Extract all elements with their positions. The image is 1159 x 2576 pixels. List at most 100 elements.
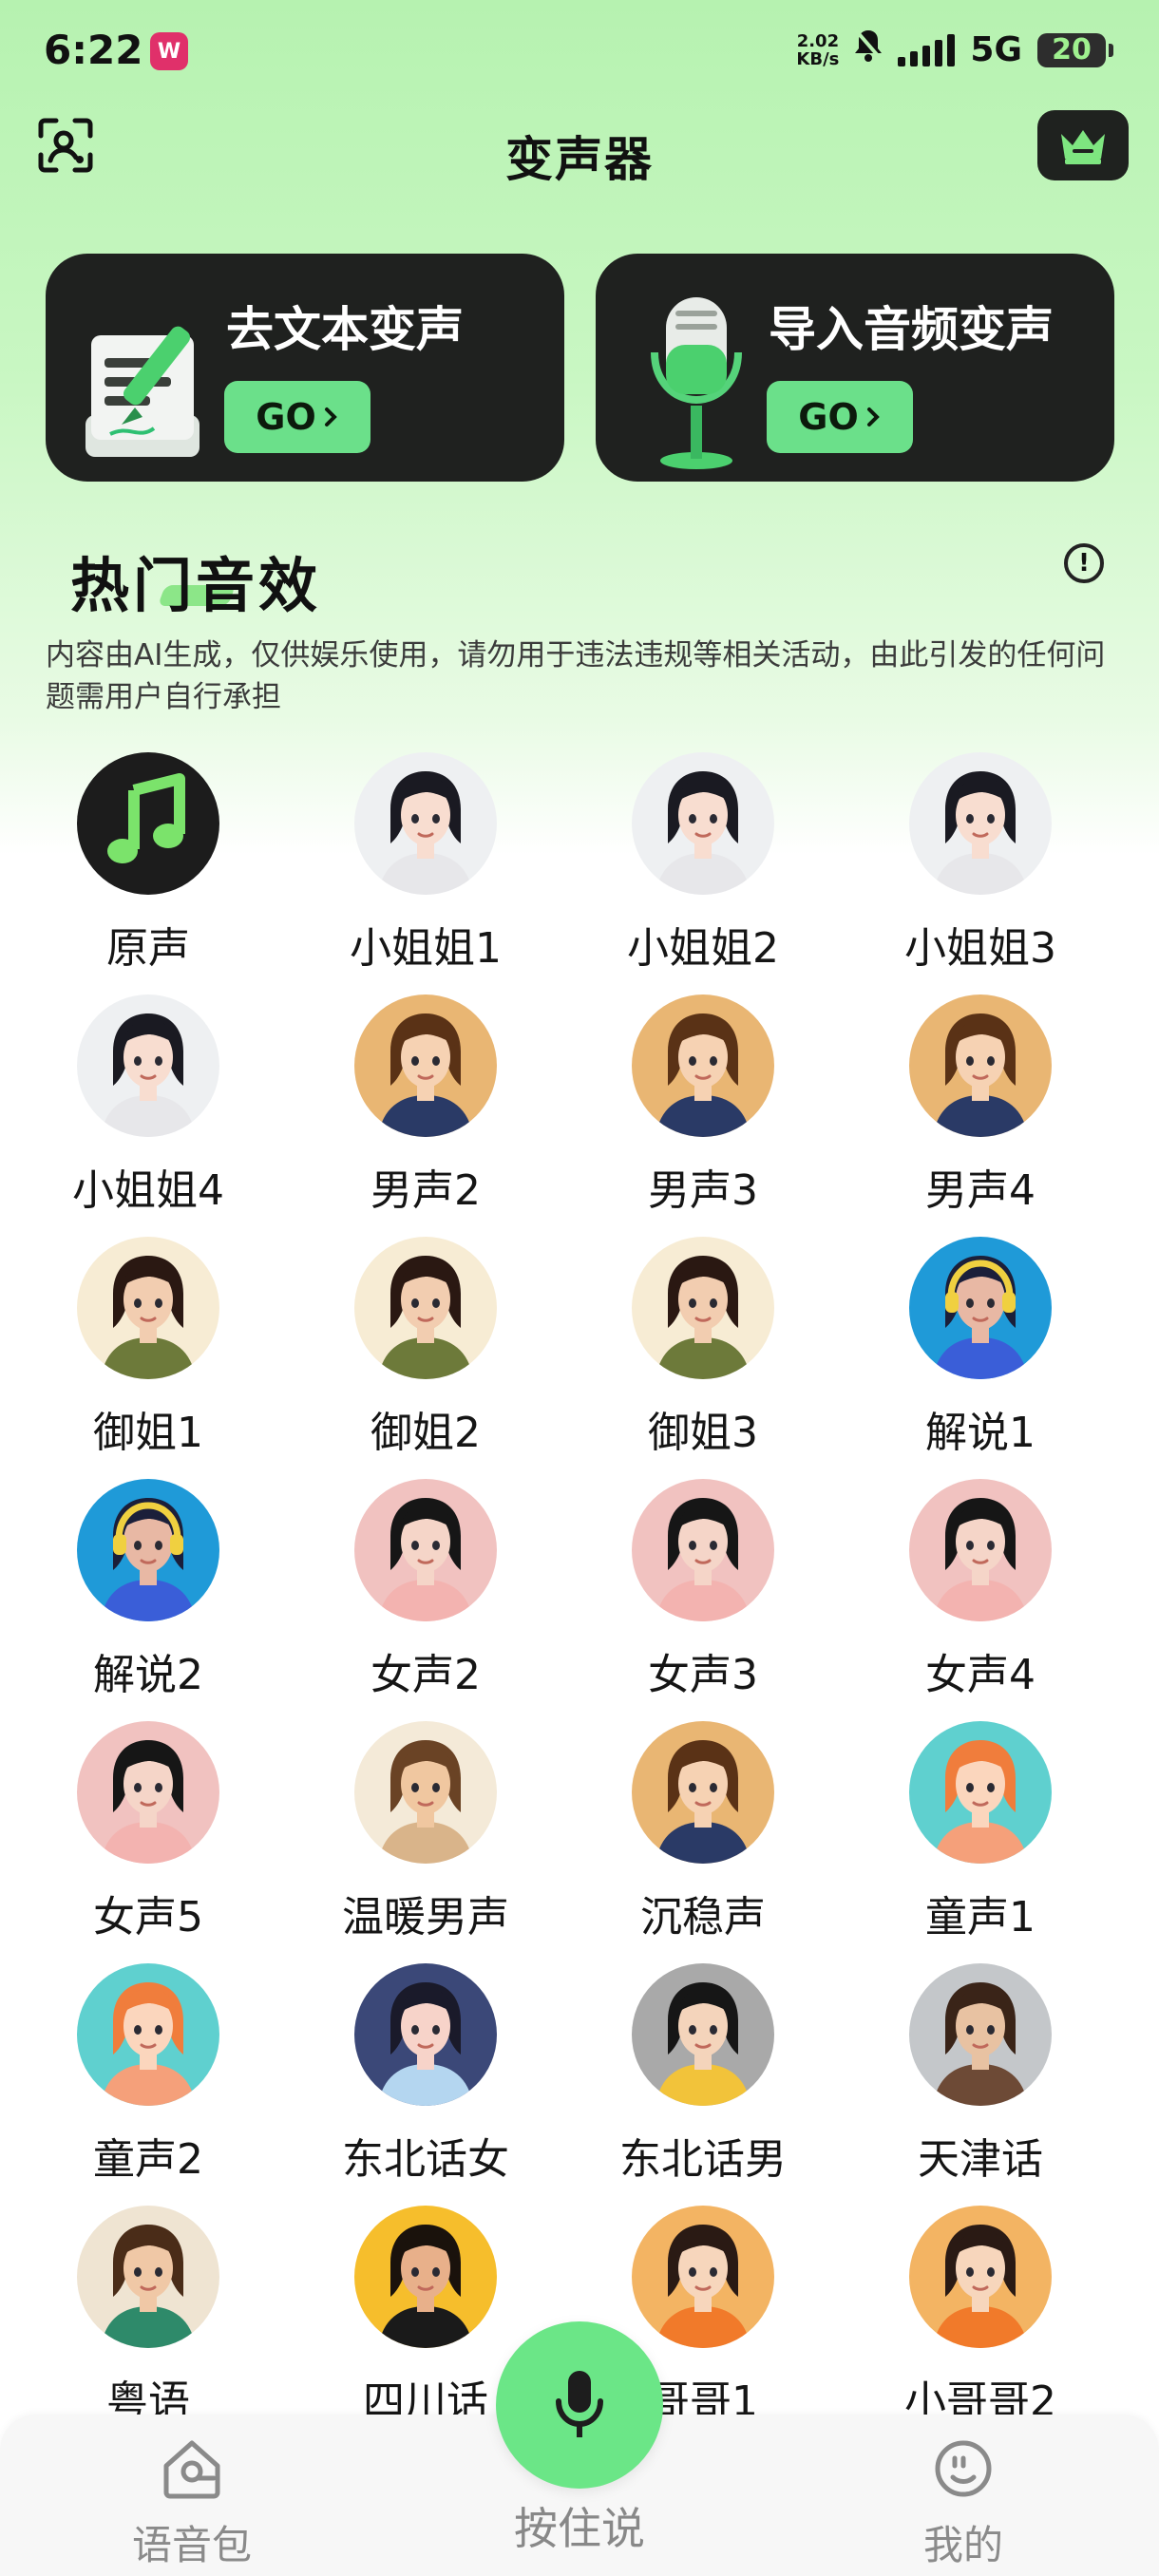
voice-label: 御姐2 [370,1409,481,1457]
go-label: GO [798,396,859,438]
text-voice-change-title: 去文本变声 [226,302,464,357]
voice-label: 沉稳声 [640,1893,766,1941]
voice-avatar [909,2206,1052,2348]
voice-avatar [632,1963,774,2106]
voice-item[interactable]: 解说2 [10,1479,287,1720]
voice-avatar [632,752,774,895]
microphone-illustration [634,292,757,476]
vip-crown-button[interactable] [1037,110,1129,180]
status-time: 6:22 [44,27,143,73]
voice-label: 御姐1 [93,1409,203,1457]
voice-item[interactable]: 男声3 [564,994,842,1236]
import-audio-go-button[interactable]: GO [767,381,913,453]
voice-item[interactable]: 温暖男声 [287,1721,564,1962]
net-speed: 2.02 KB/s [796,32,839,68]
info-icon[interactable]: ! [1064,543,1104,583]
voice-item[interactable]: 东北话男 [564,1963,842,2205]
voice-avatar [77,1479,219,1621]
voice-label: 东北话女 [342,2135,509,2184]
voice-item[interactable]: 小姐姐2 [564,752,842,994]
voice-label: 解说1 [925,1409,1036,1457]
voice-item[interactable]: 御姐2 [287,1237,564,1478]
voice-avatar [632,1479,774,1621]
chevron-right-icon [866,407,880,426]
status-indicators: 2.02 KB/s 5G 20 [796,28,1113,71]
voice-item[interactable]: 小姐姐1 [287,752,564,994]
voice-avatar [632,1237,774,1379]
voice-avatar [909,1963,1052,2106]
voice-avatar [354,752,497,895]
voice-avatar [909,1479,1052,1621]
voice-label: 男声3 [648,1166,758,1215]
voice-item[interactable]: 童声1 [842,1721,1119,1962]
import-audio-title: 导入音频变声 [769,302,1054,357]
voice-item[interactable]: 女声3 [564,1479,842,1720]
hold-to-talk-button[interactable] [496,2321,663,2489]
voice-label: 小姐姐3 [904,924,1056,973]
voice-label: 男声2 [370,1166,481,1215]
voice-label: 童声2 [93,2135,203,2184]
import-audio-card[interactable]: 导入音频变声 GO [596,254,1114,482]
voice-avatar [77,1237,219,1379]
music-note-icon [77,752,219,895]
voice-avatar [909,752,1052,895]
voice-label: 男声4 [925,1166,1036,1215]
voice-item[interactable]: 男声4 [842,994,1119,1236]
voice-avatar [909,1237,1052,1379]
voice-avatar [77,994,219,1137]
voice-pack-icon [163,2440,220,2499]
voice-item[interactable]: 童声2 [10,1963,287,2205]
voice-item[interactable]: 御姐3 [564,1237,842,1478]
microphone-icon [556,2371,603,2437]
chevron-right-icon [324,407,337,426]
voice-item[interactable]: 东北话女 [287,1963,564,2205]
voice-avatar [354,1963,497,2106]
nav-mine[interactable]: 我的 [859,2437,1068,2571]
voice-item[interactable]: 解说1 [842,1237,1119,1478]
voice-label: 女声4 [925,1651,1036,1699]
voice-item[interactable]: 原声 [10,752,287,994]
signal-icon [898,33,956,66]
voice-item[interactable]: 天津话 [842,1963,1119,2205]
section-title: 热门音效 [70,551,322,620]
voice-item[interactable]: 御姐1 [10,1237,287,1478]
voice-avatar [354,1479,497,1621]
nav-voice-pack-label: 语音包 [131,2522,252,2568]
voice-label: 解说2 [93,1651,203,1699]
voice-item[interactable]: 女声5 [10,1721,287,1962]
voice-item[interactable]: 小姐姐3 [842,752,1119,994]
go-label: GO [256,396,316,438]
voice-item[interactable]: 女声2 [287,1479,564,1720]
voice-avatar [354,2206,497,2348]
voice-item[interactable]: 小哥哥2 [842,2206,1119,2447]
crown-icon [1061,130,1105,164]
nav-voice-pack[interactable]: 语音包 [87,2437,296,2571]
voice-label: 东北话男 [619,2135,787,2184]
voice-label: 天津话 [918,2135,1043,2184]
document-pen-illustration [72,301,224,476]
voice-item[interactable]: 小姐姐4 [10,994,287,1236]
app-notification-icon: W [150,32,188,70]
smiley-profile-icon [935,2440,992,2497]
voice-item[interactable]: 女声4 [842,1479,1119,1720]
voice-label: 女声3 [648,1651,758,1699]
hold-to-talk-label: 按住说 [514,2503,645,2554]
voice-avatar [354,1721,497,1864]
voice-avatar [77,2206,219,2348]
voice-item[interactable]: 男声2 [287,994,564,1236]
text-voice-change-go-button[interactable]: GO [224,381,370,453]
text-voice-change-card[interactable]: 去文本变声 GO [46,254,564,482]
voice-avatar [77,1963,219,2106]
voice-label: 小姐姐2 [627,924,779,973]
voice-item[interactable]: 沉稳声 [564,1721,842,1962]
battery-level: 20 [1052,33,1092,66]
voice-label: 原声 [106,924,190,973]
battery-icon: 20 [1037,32,1113,67]
voice-avatar [909,994,1052,1137]
page-title: 变声器 [505,132,654,187]
voice-label: 童声1 [925,1893,1036,1941]
network-type: 5G [970,30,1022,69]
voice-label: 御姐3 [648,1409,758,1457]
voice-label: 小姐姐4 [72,1166,224,1215]
voice-item[interactable]: 粤语 [10,2206,287,2447]
